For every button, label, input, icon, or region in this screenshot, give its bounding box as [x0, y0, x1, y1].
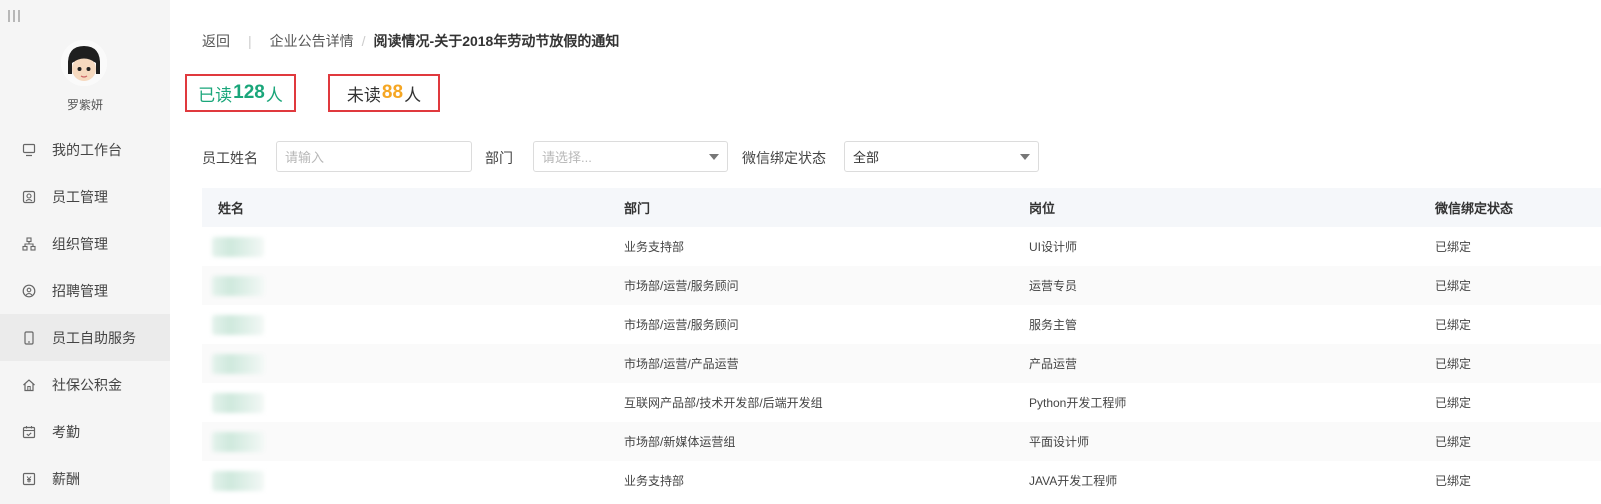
employee-name-input[interactable]: 请输入	[276, 141, 472, 172]
unread-count: 88	[381, 82, 404, 103]
monitor-icon	[22, 143, 36, 157]
org-chart-icon	[22, 236, 36, 251]
salary-icon	[22, 472, 36, 486]
table-row[interactable]: 业务支持部 JAVA开发工程师 已绑定	[202, 461, 1601, 500]
position-cell: UI设计师	[1029, 240, 1078, 254]
department-cell: 业务支持部	[624, 240, 685, 254]
position-cell: 产品运营	[1029, 357, 1078, 371]
wechat-status-value: 全部	[853, 150, 880, 165]
breadcrumb: 返回 | 企业公告详情 / 阅读情况-关于2018年劳动节放假的通知	[202, 31, 619, 51]
unread-prefix: 未读	[346, 85, 381, 105]
sidebar-nav: 我的工作台 员工管理 组织管理 招聘管理 员工自助服务 社保公积金 考勤 薪酬	[0, 126, 170, 502]
user-name: 罗紫妍	[66, 98, 103, 112]
redacted-name	[212, 354, 264, 374]
wechat-status-select[interactable]: 全部	[844, 141, 1039, 172]
sidebar-item-self-service[interactable]: 员工自助服务	[0, 314, 170, 361]
department-cell: 市场部/新媒体运营组	[624, 435, 736, 449]
sidebar-item-label: 招聘管理	[52, 282, 108, 299]
sidebar-item-organization[interactable]: 组织管理	[0, 220, 170, 267]
position-cell: Python开发工程师	[1029, 396, 1127, 410]
wechat-status-cell: 已绑定	[1435, 240, 1472, 254]
sidebar: 罗紫妍 我的工作台 员工管理 组织管理 招聘管理 员工自助服务 社保公积金 考勤…	[0, 0, 170, 504]
wechat-status-cell: 已绑定	[1435, 318, 1472, 332]
table-row[interactable]: 市场部/运营/服务顾问 服务主管 已绑定	[202, 305, 1601, 344]
department-label: 部门	[485, 150, 513, 166]
department-placeholder: 请选择...	[542, 150, 592, 165]
department-cell: 市场部/运营/服务顾问	[624, 279, 739, 293]
read-prefix: 已读	[198, 85, 233, 105]
sidebar-item-attendance[interactable]: 考勤	[0, 408, 170, 455]
breadcrumb-separator: /	[361, 33, 366, 49]
redacted-name	[212, 471, 264, 491]
sidebar-item-label: 员工自助服务	[52, 329, 136, 346]
chevron-down-icon	[709, 154, 719, 160]
sidebar-item-label: 考勤	[52, 423, 80, 440]
menu-toggle-icon[interactable]	[8, 10, 20, 22]
wechat-status-cell: 已绑定	[1435, 435, 1472, 449]
wechat-status-cell: 已绑定	[1435, 357, 1472, 371]
redacted-name	[212, 237, 264, 257]
wechat-status-cell: 已绑定	[1435, 279, 1472, 293]
unread-suffix: 人	[404, 85, 422, 105]
sidebar-item-label: 组织管理	[52, 235, 108, 252]
column-header-wechat-status[interactable]: 微信绑定状态	[1435, 198, 1513, 217]
sidebar-item-employees[interactable]: 员工管理	[0, 173, 170, 220]
read-count: 128	[233, 82, 265, 103]
table-header: 姓名 部门 岗位 微信绑定状态	[202, 188, 1601, 227]
table-row[interactable]: 业务支持部 UI设计师 已绑定	[202, 227, 1601, 266]
column-header-department[interactable]: 部门	[624, 198, 650, 217]
column-header-name[interactable]: 姓名	[218, 198, 244, 217]
read-count-card[interactable]: 已读 128 人	[185, 74, 296, 112]
sidebar-item-salary[interactable]: 薪酬	[0, 455, 170, 502]
sidebar-item-label: 社保公积金	[52, 376, 122, 393]
chevron-down-icon	[1020, 154, 1030, 160]
calendar-icon	[22, 425, 36, 439]
department-select[interactable]: 请选择...	[533, 141, 728, 172]
redacted-name	[212, 315, 264, 335]
position-cell: JAVA开发工程师	[1029, 474, 1118, 488]
position-cell: 服务主管	[1029, 318, 1078, 332]
read-suffix: 人	[265, 85, 283, 105]
sidebar-item-label: 薪酬	[52, 470, 80, 487]
breadcrumb-divider: |	[248, 33, 252, 49]
employee-name-placeholder: 请输入	[285, 150, 325, 165]
table-row[interactable]: 市场部/新媒体运营组 平面设计师 已绑定	[202, 422, 1601, 461]
department-cell: 互联网产品部/技术开发部/后端开发组	[624, 396, 823, 410]
id-card-icon	[22, 190, 36, 204]
department-cell: 市场部/运营/产品运营	[624, 357, 739, 371]
employee-name-label: 员工姓名	[202, 150, 258, 166]
mobile-icon	[22, 330, 36, 345]
recruit-icon	[22, 284, 36, 298]
wechat-status-label: 微信绑定状态	[742, 150, 826, 166]
redacted-name	[212, 393, 264, 413]
position-cell: 平面设计师	[1029, 435, 1090, 449]
redacted-name	[212, 432, 264, 452]
breadcrumb-parent-link[interactable]: 企业公告详情	[270, 31, 354, 51]
position-cell: 运营专员	[1029, 279, 1078, 293]
sidebar-item-label: 我的工作台	[52, 141, 122, 158]
sidebar-item-social-security[interactable]: 社保公积金	[0, 361, 170, 408]
department-cell: 市场部/运营/服务顾问	[624, 318, 739, 332]
table-row[interactable]: 市场部/运营/服务顾问 运营专员 已绑定	[202, 266, 1601, 305]
back-link[interactable]: 返回	[202, 31, 230, 51]
sidebar-item-workbench[interactable]: 我的工作台	[0, 126, 170, 173]
employee-table: 姓名 部门 岗位 微信绑定状态 业务支持部 UI设计师 已绑定 市场部/运营/服…	[202, 188, 1601, 500]
sidebar-item-recruitment[interactable]: 招聘管理	[0, 267, 170, 314]
table-row[interactable]: 互联网产品部/技术开发部/后端开发组 Python开发工程师 已绑定	[202, 383, 1601, 422]
table-row[interactable]: 市场部/运营/产品运营 产品运营 已绑定	[202, 344, 1601, 383]
breadcrumb-current: 阅读情况-关于2018年劳动节放假的通知	[373, 33, 620, 49]
avatar[interactable]	[61, 40, 107, 86]
unread-count-card[interactable]: 未读 88 人	[328, 74, 440, 112]
column-header-position[interactable]: 岗位	[1029, 198, 1055, 217]
sidebar-item-label: 员工管理	[52, 188, 108, 205]
wechat-status-cell: 已绑定	[1435, 396, 1472, 410]
wechat-status-cell: 已绑定	[1435, 474, 1472, 488]
department-cell: 业务支持部	[624, 474, 685, 488]
redacted-name	[212, 276, 264, 296]
house-icon	[22, 378, 36, 392]
